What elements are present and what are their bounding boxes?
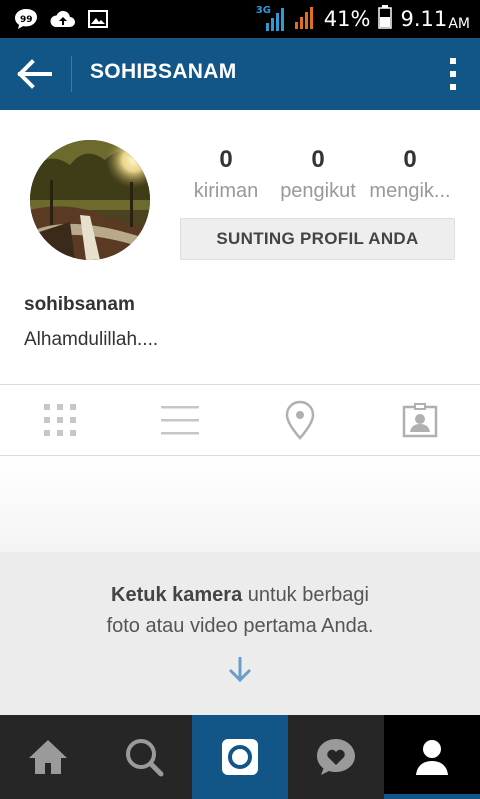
posts-count: 0	[219, 146, 233, 173]
clock-ampm: AM	[448, 16, 470, 32]
stat-posts[interactable]: 0 kiriman	[176, 146, 276, 203]
arrow-down-icon	[226, 655, 254, 683]
edit-profile-button[interactable]: SUNTING PROFIL ANDA	[180, 218, 455, 260]
grid-icon	[44, 404, 76, 436]
stat-following[interactable]: 0 mengik...	[360, 146, 460, 203]
feed-empty-top	[0, 456, 480, 552]
profile-bio: Alhamdulillah....	[24, 329, 159, 350]
back-button[interactable]	[16, 56, 54, 92]
home-icon	[29, 740, 67, 774]
tab-location[interactable]	[240, 385, 360, 455]
bottom-navigation	[0, 715, 480, 799]
nav-search[interactable]	[96, 715, 192, 799]
empty-state-line1: untuk berbagi	[242, 584, 369, 606]
tab-list[interactable]	[120, 385, 240, 455]
following-label: mengik...	[369, 180, 451, 202]
location-pin-icon	[285, 400, 315, 440]
empty-state-bold: Ketuk kamera	[111, 584, 243, 606]
empty-state-message: Ketuk kamera untuk berbagi foto atau vid…	[0, 580, 480, 642]
profile-icon	[416, 740, 448, 775]
page-title: SOHIBSANAM	[90, 60, 237, 83]
followers-label: pengikut	[280, 180, 356, 202]
nav-home[interactable]	[0, 715, 96, 799]
posts-label: kiriman	[193, 180, 259, 202]
nav-activity[interactable]	[288, 715, 384, 799]
profile-username: sohibsanam	[24, 294, 135, 315]
camera-icon	[222, 739, 258, 775]
signal-bars-icon	[294, 4, 316, 34]
bbm-icon: 99	[14, 8, 38, 34]
following-count: 0	[403, 146, 417, 173]
active-tab-indicator	[384, 794, 480, 799]
cloud-upload-icon	[50, 9, 76, 33]
gallery-icon	[88, 9, 108, 33]
followers-count: 0	[311, 146, 325, 173]
activity-icon	[317, 739, 355, 775]
clock-time: 9.11	[400, 7, 448, 31]
signal-3g-icon: 3G	[256, 5, 286, 33]
list-icon	[161, 406, 199, 435]
app-bar-divider	[71, 56, 72, 92]
battery-percent: 41%	[323, 7, 371, 31]
nav-profile[interactable]	[384, 715, 480, 799]
status-bar: 99 3G 41% 9.11 AM	[0, 0, 480, 38]
stat-followers[interactable]: 0 pengikut	[268, 146, 368, 203]
svg-text:99: 99	[20, 15, 33, 25]
more-vert-icon	[450, 58, 456, 90]
profile-view-tabs	[0, 384, 480, 456]
overflow-menu-button[interactable]	[446, 56, 460, 92]
search-icon	[126, 739, 164, 777]
tab-tagged[interactable]	[360, 385, 480, 455]
tagged-photos-icon	[402, 403, 438, 438]
app-bar: SOHIBSANAM	[0, 38, 480, 110]
nav-camera[interactable]	[192, 715, 288, 799]
back-arrow-icon	[17, 59, 52, 89]
battery-icon	[378, 5, 393, 33]
tab-grid[interactable]	[0, 385, 120, 455]
empty-state-line2: foto atau video pertama Anda.	[106, 615, 374, 637]
avatar[interactable]	[30, 140, 150, 260]
